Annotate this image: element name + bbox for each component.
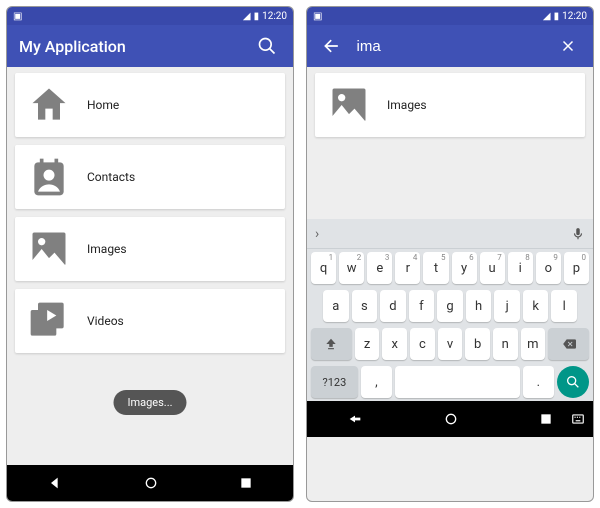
key-j[interactable]: j — [494, 290, 520, 322]
key-h[interactable]: h — [466, 290, 492, 322]
keyboard-row-1: q1w2e3r4t5y6u7i8o9p0 — [307, 249, 593, 287]
key-t[interactable]: t5 — [423, 252, 448, 284]
list-content: Home Contacts Images Videos Images... — [7, 67, 293, 465]
keyboard-row-2: asdfghjkl — [307, 287, 593, 325]
videos-icon — [27, 299, 71, 343]
key-d[interactable]: d — [380, 290, 406, 322]
key-g[interactable]: g — [437, 290, 463, 322]
clock-text: 12:20 — [262, 11, 287, 22]
keyboard-row-4: ?123 , . — [307, 363, 593, 401]
status-bar: ▣ ◢ ▮ 12:20 — [307, 7, 593, 25]
app-bar: My Application — [7, 25, 293, 67]
key-i[interactable]: i8 — [508, 252, 533, 284]
phone-right: ▣ ◢ ▮ 12:20 Images › — [306, 6, 594, 502]
toast-message: Images... — [113, 390, 186, 415]
key-f[interactable]: f — [409, 290, 435, 322]
key-u[interactable]: u7 — [480, 252, 505, 284]
back-icon[interactable] — [319, 32, 345, 60]
debug-icon: ▣ — [313, 11, 322, 22]
list-item[interactable]: Images — [15, 217, 285, 281]
space-key[interactable] — [395, 366, 520, 398]
list-item[interactable]: Images — [315, 73, 585, 137]
signal-icon: ◢ — [543, 11, 551, 22]
key-k[interactable]: k — [523, 290, 549, 322]
key-z[interactable]: z — [355, 328, 380, 360]
app-title: My Application — [19, 37, 126, 56]
images-icon — [327, 83, 371, 127]
list-item-label: Home — [87, 98, 119, 112]
key-e[interactable]: e3 — [367, 252, 392, 284]
symbols-key[interactable]: ?123 — [311, 366, 358, 398]
key-l[interactable]: l — [551, 290, 577, 322]
key-q[interactable]: q1 — [311, 252, 336, 284]
soft-keyboard: › q1w2e3r4t5y6u7i8o9p0 asdfghjkl zxcvbnm… — [307, 219, 593, 401]
nav-bar — [7, 465, 293, 501]
search-action-key[interactable] — [557, 366, 589, 398]
key-c[interactable]: c — [410, 328, 435, 360]
list-item-label: Contacts — [87, 170, 135, 184]
shift-key[interactable] — [311, 328, 352, 360]
search-icon[interactable] — [253, 32, 281, 60]
contacts-icon — [27, 155, 71, 199]
debug-icon: ▣ — [13, 11, 22, 22]
key-n[interactable]: n — [493, 328, 518, 360]
back-button[interactable] — [47, 475, 63, 491]
key-x[interactable]: x — [382, 328, 407, 360]
search-results: Images — [307, 67, 593, 219]
back-button[interactable] — [347, 411, 363, 427]
home-button[interactable] — [443, 411, 459, 427]
keyboard-row-3: zxcvbnm — [307, 325, 593, 363]
key-p[interactable]: p0 — [564, 252, 589, 284]
suggestion-bar: › — [307, 219, 593, 249]
images-icon — [27, 227, 71, 271]
clock-text: 12:20 — [562, 11, 587, 22]
list-item-label: Images — [87, 242, 127, 256]
backspace-key[interactable] — [548, 328, 589, 360]
nav-bar — [307, 401, 593, 437]
recents-button[interactable] — [239, 476, 253, 490]
key-r[interactable]: r4 — [395, 252, 420, 284]
comma-key[interactable]: , — [361, 366, 392, 398]
app-bar-search — [307, 25, 593, 67]
key-b[interactable]: b — [465, 328, 490, 360]
list-item[interactable]: Contacts — [15, 145, 285, 209]
home-icon — [27, 83, 71, 127]
key-o[interactable]: o9 — [536, 252, 561, 284]
key-a[interactable]: a — [323, 290, 349, 322]
list-item[interactable]: Videos — [15, 289, 285, 353]
period-key[interactable]: . — [523, 366, 554, 398]
list-item-label: Videos — [87, 314, 124, 328]
close-icon[interactable] — [556, 32, 582, 60]
status-bar: ▣ ◢ ▮ 12:20 — [7, 7, 293, 25]
key-y[interactable]: y6 — [452, 252, 477, 284]
home-button[interactable] — [143, 475, 159, 491]
phone-left: ▣ ◢ ▮ 12:20 My Application Home Contacts — [6, 6, 294, 502]
battery-icon: ▮ — [254, 11, 260, 22]
search-input[interactable] — [357, 38, 556, 55]
key-m[interactable]: m — [521, 328, 546, 360]
battery-icon: ▮ — [554, 11, 560, 22]
key-w[interactable]: w2 — [339, 252, 364, 284]
key-v[interactable]: v — [438, 328, 463, 360]
key-s[interactable]: s — [352, 290, 378, 322]
expand-suggestions-icon[interactable]: › — [315, 226, 319, 242]
signal-icon: ◢ — [243, 11, 251, 22]
ime-switch-button[interactable] — [571, 412, 585, 426]
list-item-label: Images — [387, 98, 427, 112]
voice-input-icon[interactable] — [571, 227, 585, 241]
recents-button[interactable] — [539, 412, 553, 426]
list-item[interactable]: Home — [15, 73, 285, 137]
